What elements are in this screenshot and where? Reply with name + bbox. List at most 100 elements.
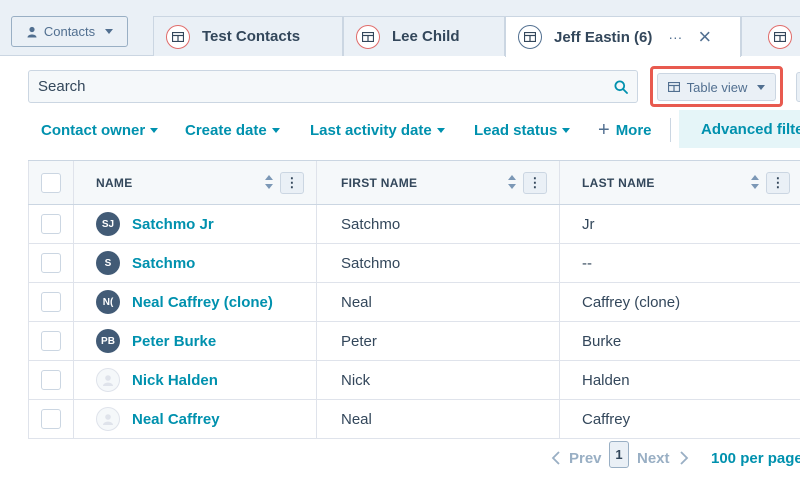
name-cell: N( Neal Caffrey (clone) bbox=[74, 283, 317, 321]
column-more-icon[interactable]: ⋮ bbox=[523, 172, 547, 194]
more-filters-button[interactable]: + More bbox=[598, 119, 652, 141]
table-icon bbox=[768, 24, 792, 49]
row-checkbox[interactable] bbox=[41, 292, 61, 312]
avatar: SJ bbox=[96, 212, 120, 236]
table-view-button[interactable]: Table view bbox=[657, 73, 776, 101]
column-header-first-name[interactable]: FIRST NAME ⋮ bbox=[317, 161, 560, 204]
row-checkbox[interactable] bbox=[41, 409, 61, 429]
overflow-button[interactable] bbox=[796, 72, 800, 102]
table-row: Nick Halden Nick Halden bbox=[28, 361, 800, 400]
first-name-cell: Satchmo bbox=[317, 205, 560, 243]
avatar: N( bbox=[96, 290, 120, 314]
tab-test-contacts[interactable]: Test Contacts bbox=[153, 16, 343, 56]
tab-label: Lee Child bbox=[392, 28, 460, 45]
object-selector-button[interactable]: Contacts bbox=[11, 16, 128, 47]
first-name-value: Satchmo bbox=[341, 215, 401, 233]
table-icon bbox=[166, 24, 190, 49]
column-more-icon[interactable]: ⋮ bbox=[280, 172, 304, 194]
per-page-selector[interactable]: 100 per page bbox=[711, 448, 800, 468]
table-row: PB Peter Burke Peter Burke bbox=[28, 322, 800, 361]
tab-label: Jeff Eastin (6) bbox=[554, 28, 653, 46]
chevron-right-icon bbox=[679, 451, 688, 465]
search-input[interactable] bbox=[38, 78, 578, 95]
tab-jeff-eastin[interactable]: Jeff Eastin (6) ··· × bbox=[505, 16, 741, 57]
first-name-cell: Neal bbox=[317, 283, 560, 321]
column-header-name[interactable]: NAME ⋮ bbox=[74, 161, 317, 204]
last-name-value: -- bbox=[582, 254, 592, 272]
prev-page-button[interactable]: Prev bbox=[551, 448, 602, 468]
last-name-value: Burke bbox=[582, 332, 622, 350]
filter-contact-owner[interactable]: Contact owner bbox=[41, 120, 159, 140]
per-page-label: 100 per page bbox=[711, 449, 800, 467]
filter-label: Create date bbox=[185, 121, 267, 139]
last-name-cell: -- bbox=[560, 244, 800, 282]
tab-label: Test Contacts bbox=[202, 28, 301, 45]
next-label: Next bbox=[637, 449, 670, 467]
first-name-value: Neal bbox=[341, 293, 372, 311]
row-checkbox[interactable] bbox=[41, 253, 61, 273]
table-row: S Satchmo Satchmo -- bbox=[28, 244, 800, 283]
last-name-cell: Burke bbox=[560, 322, 800, 360]
first-name-cell: Nick bbox=[317, 361, 560, 399]
filter-last-activity-date[interactable]: Last activity date bbox=[310, 120, 445, 140]
page-number-current[interactable]: 1 bbox=[609, 440, 629, 468]
search-icon[interactable] bbox=[614, 80, 628, 94]
row-checkbox[interactable] bbox=[41, 370, 61, 390]
avatar: PB bbox=[96, 329, 120, 353]
chevron-down-icon bbox=[562, 127, 571, 133]
contacts-table: NAME ⋮ FIRST NAME ⋮ LAST NAME ⋮ SJ Satchm… bbox=[28, 160, 800, 439]
first-name-value: Neal bbox=[341, 410, 372, 428]
table-header-row: NAME ⋮ FIRST NAME ⋮ LAST NAME ⋮ bbox=[28, 161, 800, 205]
table-view-label: Table view bbox=[686, 79, 748, 95]
next-page-button[interactable]: Next bbox=[637, 448, 689, 468]
chevron-down-icon bbox=[757, 84, 766, 90]
row-checkbox[interactable] bbox=[41, 214, 61, 234]
row-select-cell bbox=[28, 400, 74, 438]
advanced-filters-button[interactable]: Advanced filters bbox=[679, 110, 800, 148]
chevron-down-icon bbox=[150, 127, 159, 133]
default-avatar-icon bbox=[96, 407, 120, 431]
column-header-label: LAST NAME bbox=[582, 175, 655, 190]
first-name-value: Satchmo bbox=[341, 254, 401, 272]
first-name-value: Nick bbox=[341, 371, 371, 389]
last-name-cell: Jr bbox=[560, 205, 800, 243]
table-row: Neal Caffrey Neal Caffrey bbox=[28, 400, 800, 439]
row-select-cell bbox=[28, 205, 74, 243]
tab-more-icon[interactable]: ··· bbox=[668, 29, 682, 45]
name-cell: S Satchmo bbox=[74, 244, 317, 282]
select-all-cell bbox=[28, 161, 74, 204]
select-all-checkbox[interactable] bbox=[41, 172, 61, 193]
name-cell: SJ Satchmo Jr bbox=[74, 205, 317, 243]
filter-label: Contact owner bbox=[41, 121, 146, 139]
table-icon bbox=[356, 24, 380, 49]
row-checkbox[interactable] bbox=[41, 331, 61, 351]
first-name-cell: Neal bbox=[317, 400, 560, 438]
contact-name-link[interactable]: Neal Caffrey (clone) bbox=[132, 294, 273, 311]
row-select-cell bbox=[28, 322, 74, 360]
column-header-last-name[interactable]: LAST NAME ⋮ bbox=[560, 161, 800, 204]
advanced-filters-label: Advanced filters bbox=[701, 120, 800, 138]
last-name-cell: Halden bbox=[560, 361, 800, 399]
table-icon bbox=[667, 82, 680, 92]
filter-create-date[interactable]: Create date bbox=[185, 120, 280, 140]
contact-name-link[interactable]: Neal Caffrey bbox=[132, 411, 220, 428]
contact-name-link[interactable]: Peter Burke bbox=[132, 333, 216, 350]
contact-name-link[interactable]: Satchmo bbox=[132, 255, 195, 272]
column-more-icon[interactable]: ⋮ bbox=[766, 172, 790, 194]
page-number: 1 bbox=[609, 440, 629, 468]
tab-lee-child[interactable]: Lee Child bbox=[343, 16, 505, 56]
tab-next[interactable] bbox=[741, 16, 800, 56]
contact-name-link[interactable]: Nick Halden bbox=[132, 372, 218, 389]
contact-name-link[interactable]: Satchmo Jr bbox=[132, 216, 214, 233]
table-icon bbox=[518, 25, 542, 49]
filter-label: Last activity date bbox=[310, 121, 432, 139]
search-field[interactable] bbox=[28, 70, 638, 103]
chevron-down-icon bbox=[436, 127, 445, 133]
filter-divider bbox=[670, 118, 671, 142]
filter-lead-status[interactable]: Lead status bbox=[474, 120, 571, 140]
first-name-value: Peter bbox=[341, 332, 377, 350]
sort-icon[interactable] bbox=[507, 175, 517, 191]
sort-icon[interactable] bbox=[264, 175, 274, 191]
sort-icon[interactable] bbox=[750, 175, 760, 191]
close-icon[interactable]: × bbox=[698, 24, 711, 50]
